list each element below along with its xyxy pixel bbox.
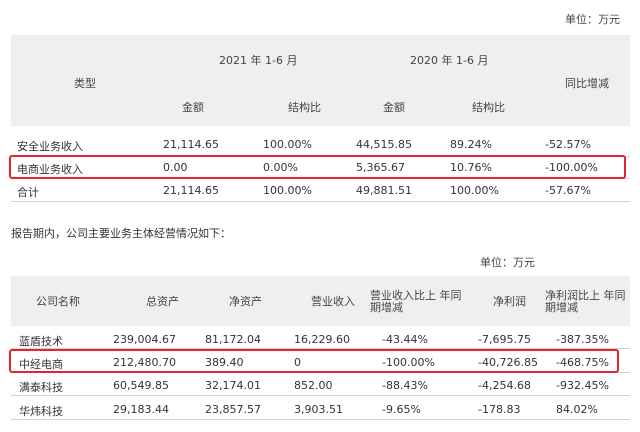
highlight-box xyxy=(9,349,619,373)
ratio-2020-cell: 89.24% xyxy=(450,138,492,151)
net-assets-cell: 23,857.57 xyxy=(205,403,261,416)
amount-2020-cell: 49,881.51 xyxy=(356,184,412,197)
intro-text: 报告期内，公司主要业务主体经营情况如下： xyxy=(11,227,231,240)
table2-unit: 单位：万元 xyxy=(480,256,535,269)
change-cell: -52.57% xyxy=(545,138,591,151)
highlight-box xyxy=(9,155,626,179)
type-cell: 安全业务收入 xyxy=(17,140,83,153)
net-profit-cell: -178.83 xyxy=(478,403,521,416)
net-profit-cell: -4,254.68 xyxy=(478,379,531,392)
table1-ratio-2021-header: 结构比 xyxy=(288,101,321,114)
table1-amount-2021-header: 金额 xyxy=(182,101,204,114)
ratio-2021-cell: 100.00% xyxy=(263,138,312,151)
change-cell: -57.67% xyxy=(545,184,591,197)
company-cell: 华炜科技 xyxy=(19,405,63,418)
type-cell: 合计 xyxy=(17,186,39,199)
revenue-cell: 3,903.51 xyxy=(294,403,343,416)
ratio-2021-cell: 100.00% xyxy=(263,184,312,197)
total-assets-cell: 60,549.85 xyxy=(113,379,169,392)
profit-change-cell: 84.02% xyxy=(556,403,598,416)
table2-revenue-header: 营业收入 xyxy=(311,295,355,308)
total-assets-cell: 29,183.44 xyxy=(113,403,169,416)
table2-company-header: 公司名称 xyxy=(36,295,80,308)
net-assets-cell: 32,174.01 xyxy=(205,379,261,392)
table1-type-header: 类型 xyxy=(74,77,96,90)
revenue-change-cell: -43.44% xyxy=(382,333,428,346)
amount-2021-cell: 21,114.65 xyxy=(163,184,219,197)
revenue-change-cell: -9.65% xyxy=(382,403,421,416)
table2-net-assets-header: 净资产 xyxy=(229,295,262,308)
company-cell: 蓝盾技术 xyxy=(19,335,63,348)
table1-unit: 单位：万元 xyxy=(565,13,620,26)
table2-row-divider xyxy=(11,395,630,396)
amount-2020-cell: 44,515.85 xyxy=(356,138,412,151)
profit-change-cell: -387.35% xyxy=(556,333,609,346)
profit-change-cell: -932.45% xyxy=(556,379,609,392)
table2-profit-change-header: 净利润比上 年同期增减 xyxy=(545,289,626,314)
ratio-2020-cell: 100.00% xyxy=(450,184,499,197)
table1-amount-2020-header: 金额 xyxy=(383,101,405,114)
table1-period-2020: 2020 年 1-6 月 xyxy=(410,54,489,67)
net-profit-cell: -7,695.75 xyxy=(478,333,531,346)
revenue-cell: 852.00 xyxy=(294,379,333,392)
table1-change-header: 同比增减 xyxy=(565,77,609,90)
table2-total-assets-header: 总资产 xyxy=(146,295,179,308)
revenue-cell: 16,229.60 xyxy=(294,333,350,346)
amount-2021-cell: 21,114.65 xyxy=(163,138,219,151)
table2-bottom-rule xyxy=(11,419,630,420)
total-assets-cell: 239,004.67 xyxy=(113,333,176,346)
table1-ratio-2020-header: 结构比 xyxy=(472,101,505,114)
company-cell: 满泰科技 xyxy=(19,381,63,394)
table1-bottom-rule xyxy=(11,201,630,202)
revenue-change-cell: -88.43% xyxy=(382,379,428,392)
table2-net-profit-header: 净利润 xyxy=(493,295,526,308)
net-assets-cell: 81,172.04 xyxy=(205,333,261,346)
table2-revenue-change-header: 营业收入比上 年同期增减 xyxy=(370,289,462,314)
table1-period-2021: 2021 年 1-6 月 xyxy=(219,54,298,67)
